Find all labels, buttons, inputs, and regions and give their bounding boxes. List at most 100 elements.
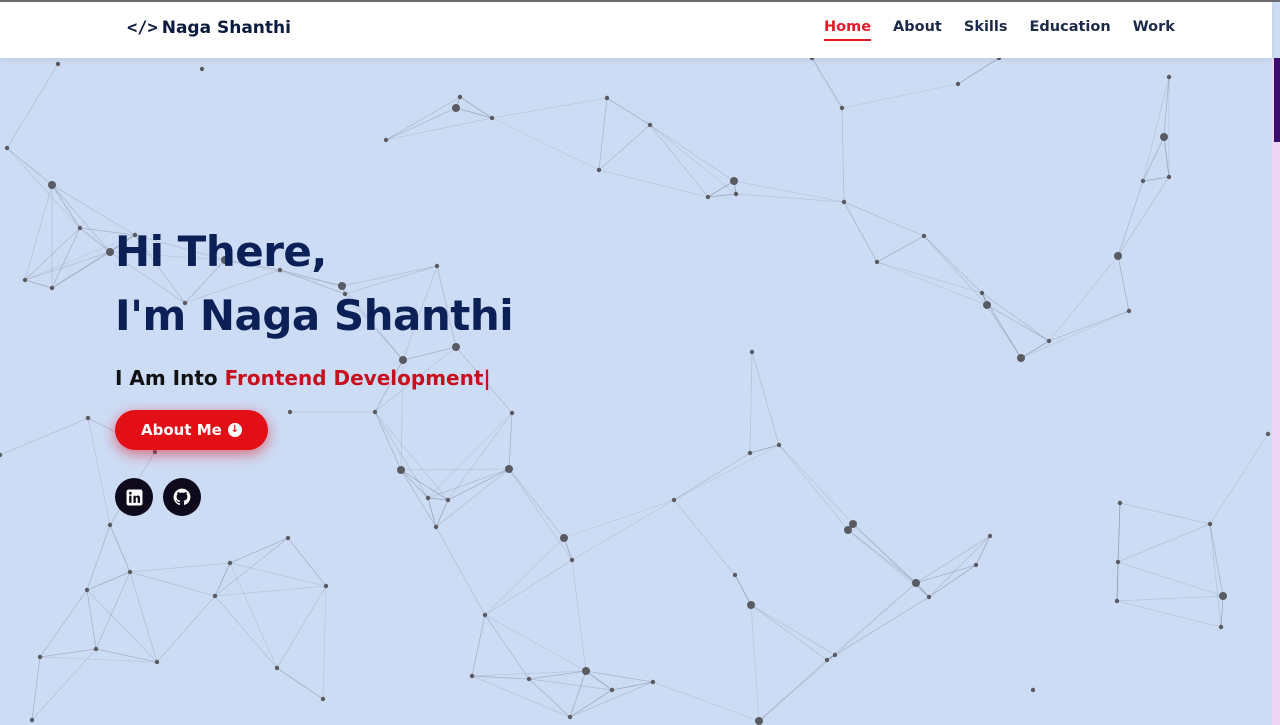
scrollbar-thumb[interactable] [1274,58,1280,142]
network-line [750,604,828,661]
network-line [214,585,327,597]
network-node [55,61,61,67]
network-line [841,107,845,203]
network-line [673,444,780,501]
nav-education[interactable]: Education [1030,19,1111,41]
network-node [469,673,475,679]
network-line [491,97,608,119]
network-line [734,574,752,606]
network-line [758,654,836,722]
network-line [287,537,327,587]
network-line [51,184,81,229]
network-line [276,667,324,700]
network-line [491,117,600,171]
network-node [874,259,880,265]
network-node [747,601,755,609]
network-node [452,104,460,112]
network-line [39,589,88,658]
network-line [673,499,736,576]
linkedin-link[interactable] [115,478,153,516]
network-node [127,569,133,575]
nav-work[interactable]: Work [1133,19,1175,41]
nav-about[interactable]: About [893,19,942,41]
network-line [1116,600,1222,628]
social-links [115,478,513,516]
network-node [285,535,291,541]
network-line [585,670,654,683]
network-line [1116,595,1224,602]
network-line [957,57,1000,85]
network-line [1117,180,1144,257]
network-line [986,304,1022,359]
network-line [611,681,654,691]
network-line [876,261,988,306]
network-line [981,292,1050,342]
network-node [979,290,985,296]
network-node [0,452,3,458]
network-line [484,537,565,616]
network-node [1207,521,1213,527]
network-node [650,679,656,685]
network-node [705,194,711,200]
network-node [48,181,56,189]
network-node [212,593,218,599]
network-node [383,137,389,143]
network-node [1126,308,1132,314]
network-node [1219,592,1227,600]
network-line [834,582,917,656]
network-node [567,714,573,720]
github-link[interactable] [163,478,201,516]
network-line [6,147,53,186]
navbar: </> Naga Shanthi Home About Skills Educa… [0,2,1272,58]
network-line [39,648,97,658]
network-line [1163,136,1170,178]
network-line [214,537,289,597]
network-node [569,557,575,563]
network-node [987,533,993,539]
network-node [824,657,830,663]
network-node [154,659,160,665]
about-me-button[interactable]: About Me ↓ [115,410,268,450]
network-line [598,124,651,171]
network-line [735,193,845,203]
nav-skills[interactable]: Skills [964,19,1008,41]
network-line [484,559,573,616]
network-line [598,169,709,198]
network-line [87,417,111,526]
network-line [876,235,925,263]
network-line [569,670,587,718]
network-line [652,681,760,722]
arrow-down-circle-icon: ↓ [227,423,242,437]
nav-home[interactable]: Home [824,19,872,41]
network-node [433,524,439,530]
network-line [156,595,216,663]
network-line [841,83,959,109]
network-node [1030,687,1036,693]
site-logo[interactable]: </> Naga Shanthi [127,18,291,38]
network-line [852,523,917,584]
network-line [1117,561,1224,597]
network-node [526,676,532,682]
network-line [459,96,493,119]
network-node [84,587,90,593]
network-line [24,251,111,281]
network-line [1117,176,1170,257]
network-line [51,184,111,253]
network-line [528,678,571,718]
network-line [385,107,457,141]
network-node [596,167,602,173]
network-line [1119,502,1211,525]
network-line [1142,136,1165,182]
scrollbar-track[interactable] [1272,58,1280,725]
network-line [649,124,709,198]
network-line [750,604,836,656]
network-line [0,417,89,456]
network-line [508,468,573,561]
network-line [1117,523,1211,563]
network-line [229,562,327,587]
network-line [31,656,41,721]
hero-greeting: Hi There, [115,227,327,276]
network-line [847,529,930,598]
network-line [778,444,849,531]
network-node [1140,178,1146,184]
